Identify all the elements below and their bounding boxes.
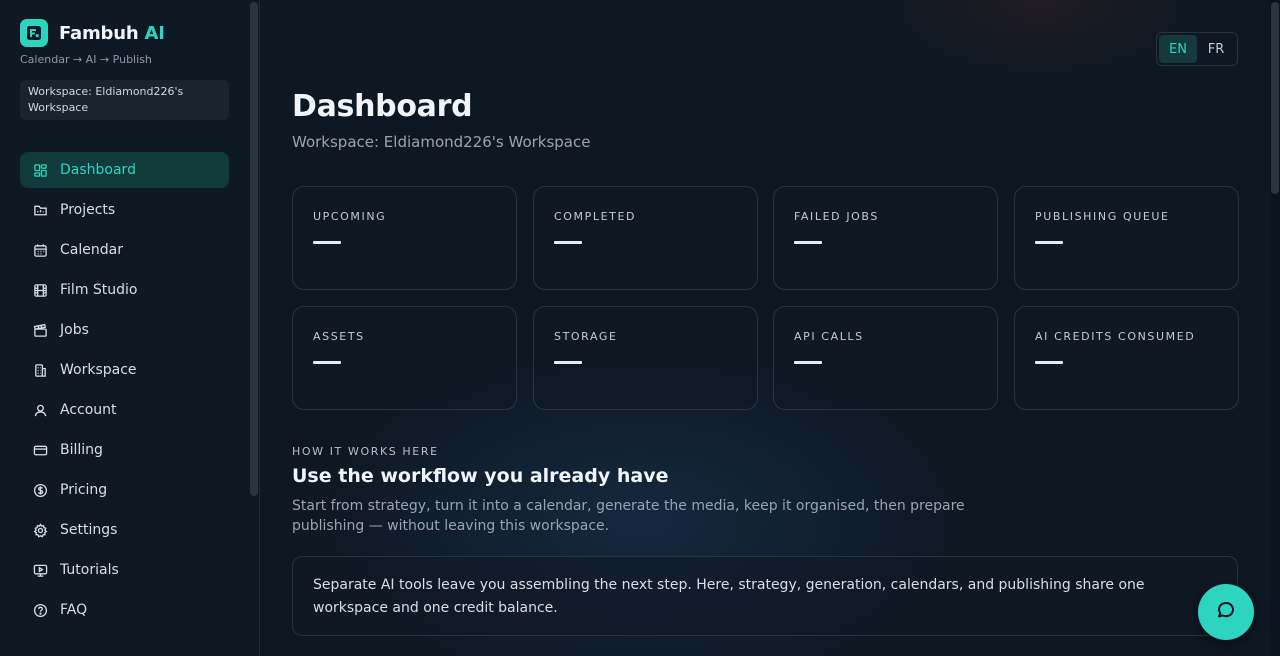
chat-bubble-icon [1215,599,1237,625]
sidebar-item-tutorials[interactable]: Tutorials [20,552,229,588]
sidebar-item-projects[interactable]: Projects [20,192,229,228]
sidebar-item-label: Settings [60,522,118,538]
stat-label: UPCOMING [313,210,387,223]
main-scrollbar[interactable] [1270,0,1280,656]
section-body: Start from strategy, turn it into a cale… [292,498,965,534]
stat-value-placeholder [794,241,822,244]
stat-label: STORAGE [554,330,618,343]
language-switcher: EN FR [1156,32,1238,66]
sidebar: Fambuh AI Calendar → AI → Publish Worksp… [0,0,260,656]
sidebar-item-jobs[interactable]: Jobs [20,312,229,348]
user-icon [32,402,48,418]
sidebar-item-settings[interactable]: Settings [20,512,229,548]
stat-value-placeholder [554,241,582,244]
stat-card-ai-credits-consumed: AI CREDITS CONSUMED [1014,306,1239,410]
sidebar-item-label: Projects [60,202,116,218]
film-icon [32,282,48,298]
stat-value-placeholder [313,361,341,364]
sidebar-item-label: Workspace [60,362,137,378]
section-title: Use the workflow you already have [292,465,669,487]
sidebar-item-pricing[interactable]: Pricing [20,472,229,508]
credit-card-icon [32,442,48,458]
lang-en-button[interactable]: EN [1159,35,1197,63]
sidebar-item-label: Dashboard [60,162,136,178]
sidebar-item-workspace[interactable]: Workspace [20,352,229,388]
sidebar-item-label: FAQ [60,602,88,618]
sidebar-item-billing[interactable]: Billing [20,432,229,468]
sidebar-item-dashboard[interactable]: Dashboard [20,152,229,188]
building-icon [32,362,48,378]
calendar-icon [32,242,48,258]
monitor-play-icon [32,562,48,578]
stat-card-assets: ASSETS [292,306,517,410]
sidebar-item-label: Calendar [60,242,123,258]
lang-fr-button[interactable]: FR [1197,35,1235,63]
brand-name: Fambuh AI [59,22,165,44]
brand[interactable]: Fambuh AI [20,19,165,47]
brand-tagline: Calendar → AI → Publish [20,53,152,66]
sidebar-item-account[interactable]: Account [20,392,229,428]
page-subtitle: Workspace: Eldiamond226's Workspace [292,133,591,151]
section-eyebrow: HOW IT WORKS HERE [292,445,439,458]
main-scrollbar-thumb[interactable] [1271,2,1279,194]
sidebar-item-label: Film Studio [60,282,138,298]
sidebar-item-label: Tutorials [60,562,119,578]
sidebar-item-faq[interactable]: FAQ [20,592,229,628]
stat-value-placeholder [313,241,341,244]
sidebar-item-calendar[interactable]: Calendar [20,232,229,268]
grid-icon [32,162,48,178]
sidebar-item-film-studio[interactable]: Film Studio [20,272,229,308]
stat-label: FAILED JOBS [794,210,879,223]
dollar-circle-icon [32,482,48,498]
stat-label: COMPLETED [554,210,637,223]
main-content: EN FR Dashboard Workspace: Eldiamond226'… [260,0,1270,656]
stat-card-storage: STORAGE [533,306,758,410]
sidebar-nav: Dashboard Projects Calendar Film Studio … [20,152,229,632]
sidebar-item-label: Jobs [60,322,89,338]
stat-card-publishing-queue: PUBLISHING QUEUE [1014,186,1239,290]
sidebar-scrollbar[interactable] [250,2,258,496]
chat-button[interactable] [1198,584,1254,640]
stat-label: AI CREDITS CONSUMED [1035,330,1196,343]
info-note: Separate AI tools leave you assembling t… [292,556,1238,636]
workspace-selector[interactable]: Workspace: Eldiamond226's Workspace [20,80,229,120]
gear-icon [32,522,48,538]
folder-icon [32,202,48,218]
stat-card-api-calls: API CALLS [773,306,998,410]
stat-label: PUBLISHING QUEUE [1035,210,1170,223]
sidebar-item-label: Billing [60,442,103,458]
brand-logo-icon [20,19,48,47]
stat-value-placeholder [794,361,822,364]
stat-card-completed: COMPLETED [533,186,758,290]
stat-value-placeholder [1035,241,1063,244]
stat-card-failed-jobs: FAILED JOBS [773,186,998,290]
stat-label: ASSETS [313,330,365,343]
clapperboard-icon [32,322,48,338]
stat-value-placeholder [554,361,582,364]
sidebar-item-label: Pricing [60,482,108,498]
sidebar-item-label: Account [60,402,117,418]
stat-card-upcoming: UPCOMING [292,186,517,290]
help-circle-icon [32,602,48,618]
page-title: Dashboard [292,89,473,124]
stat-value-placeholder [1035,361,1063,364]
stat-label: API CALLS [794,330,864,343]
